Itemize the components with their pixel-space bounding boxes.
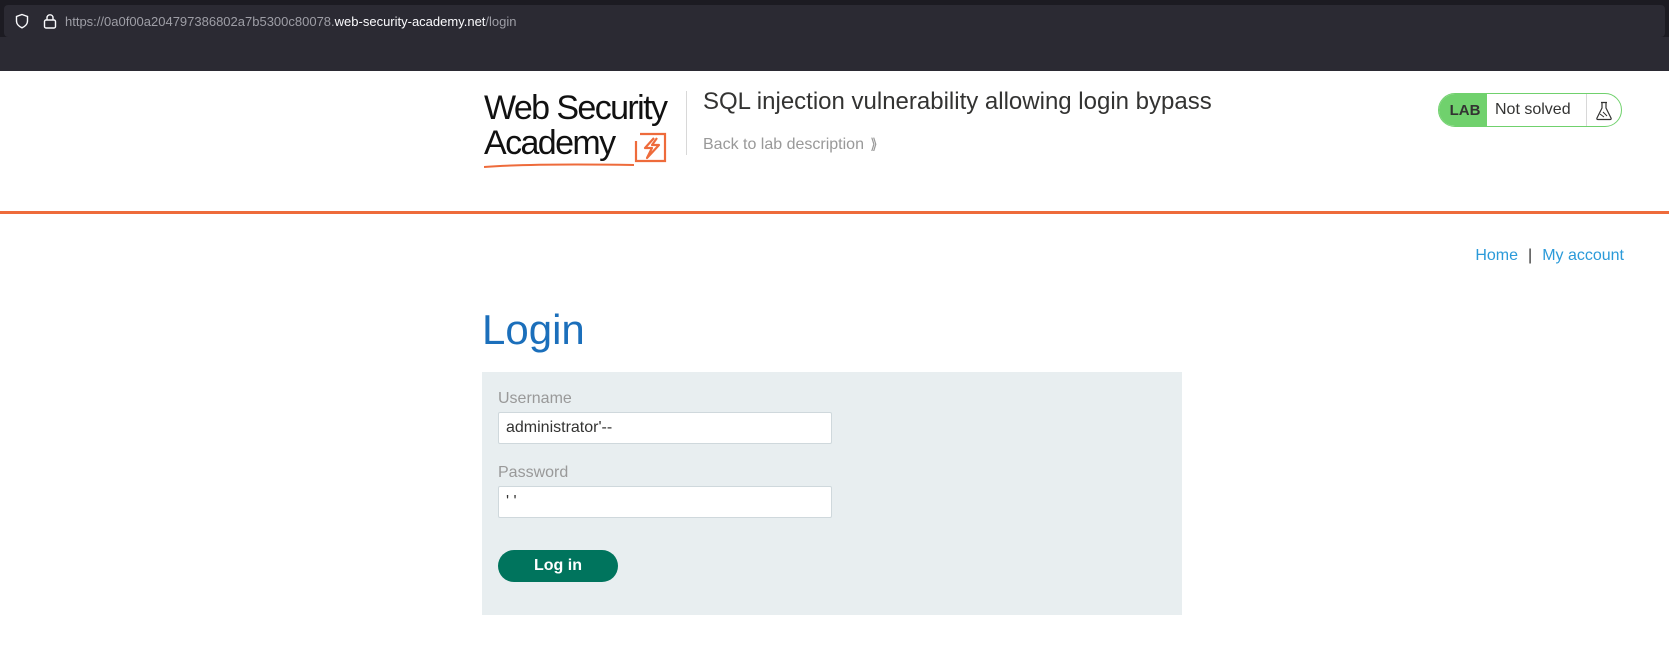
login-form: Username Password Log in: [482, 372, 1182, 615]
url-host: web-security-academy.net: [334, 14, 486, 29]
lab-status-text: Not solved: [1495, 101, 1571, 118]
shield-icon[interactable]: [14, 13, 30, 29]
double-chevron-right-icon: ⟩⟩: [869, 136, 877, 153]
back-link-label: Back to lab description: [703, 136, 864, 153]
logo-line-1: Web Security: [484, 89, 668, 127]
lab-title: SQL injection vulnerability allowing log…: [703, 88, 1212, 115]
top-nav: Home | My account: [1475, 247, 1624, 265]
home-link[interactable]: Home: [1475, 247, 1518, 264]
password-label: Password: [498, 464, 569, 481]
lab-status-divider: [1586, 94, 1587, 126]
nav-separator: |: [1528, 247, 1533, 264]
url-prefix: https://0a0f00a204797386802a7b5300c80078…: [65, 14, 335, 29]
header-divider: [686, 91, 687, 155]
password-field[interactable]: [498, 486, 832, 518]
lock-icon[interactable]: [43, 13, 57, 29]
flask-icon: [1596, 101, 1612, 121]
logo-mark-icon: [634, 132, 667, 163]
login-button[interactable]: Log in: [498, 550, 618, 582]
url-path: /login: [485, 14, 517, 29]
username-field[interactable]: [498, 412, 832, 444]
address-bar[interactable]: https://0a0f00a204797386802a7b5300c80078…: [4, 5, 1665, 37]
username-label: Username: [498, 390, 572, 407]
toolbar-strip: [0, 37, 1669, 71]
url-text[interactable]: https://0a0f00a204797386802a7b5300c80078…: [65, 14, 517, 29]
page-title: Login: [482, 306, 585, 353]
academy-logo[interactable]: Web Security Academy: [484, 91, 689, 171]
lab-status-widget[interactable]: LAB Not solved: [1438, 93, 1622, 127]
back-to-description-link[interactable]: Back to lab description ⟩⟩: [703, 135, 877, 154]
my-account-link[interactable]: My account: [1542, 247, 1624, 264]
lab-header: Web Security Academy SQL injection vulne…: [0, 71, 1669, 214]
logo-underline-icon: [484, 163, 635, 168]
lab-badge: LAB: [1439, 94, 1487, 126]
browser-chrome: https://0a0f00a204797386802a7b5300c80078…: [0, 0, 1669, 71]
